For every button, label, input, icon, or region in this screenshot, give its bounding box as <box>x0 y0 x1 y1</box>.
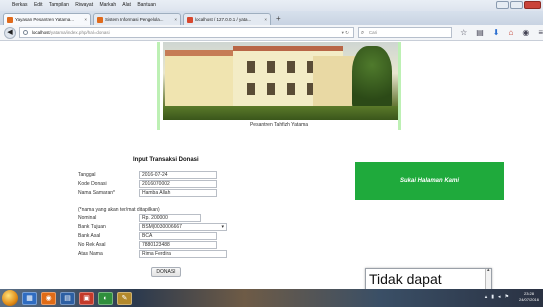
field-label: Kode Donasi <box>78 181 107 187</box>
field-label: Nominal <box>78 215 97 221</box>
volume-icon[interactable]: ◂ <box>498 294 501 300</box>
field-label: Bank Asal <box>78 233 101 239</box>
menu-berkas[interactable]: Berkas <box>12 2 28 8</box>
field-label: Nama Samaran* <box>78 190 115 196</box>
window <box>247 83 255 95</box>
window-controls <box>496 1 541 9</box>
like-page-banner[interactable]: Sukai Halaman Kami <box>355 162 504 200</box>
tab-yayasan[interactable]: Yayasan Pesantren Yatama... × <box>3 13 91 25</box>
tab-bar: Yayasan Pesantren Yatama... × Sistem Inf… <box>0 11 543 25</box>
field-label: Tanggal <box>78 172 96 178</box>
lawn <box>163 106 398 120</box>
menu-edit[interactable]: Edit <box>34 2 43 8</box>
reading-list-icon[interactable]: ▤ <box>476 28 484 37</box>
tab-sistem-informasi[interactable]: Sistem Informasi Pengelola... × <box>93 13 181 25</box>
pesantren-photo <box>163 42 398 120</box>
bank-tujuan-select[interactable]: BSM|0030006667 <box>139 223 227 231</box>
close-tab-icon[interactable]: × <box>264 14 267 25</box>
bank-asal-input[interactable]: BCA <box>139 232 217 240</box>
server-app-icon[interactable]: ◐ <box>98 291 113 305</box>
menu-bar: Berkas Edit Tampilan Riwayat Markah Alat… <box>0 0 543 11</box>
maximize-button[interactable] <box>510 1 523 9</box>
presentation-icon[interactable]: ▣ <box>79 291 94 305</box>
back-arrow-icon: ◀ <box>7 28 13 36</box>
no-rek-asal-input[interactable]: 7880123488 <box>139 241 217 249</box>
explorer-icon[interactable]: ▦ <box>22 291 37 305</box>
menu-riwayat[interactable]: Riwayat <box>75 2 93 8</box>
search-box[interactable]: ⌕ Cari <box>357 27 453 38</box>
navigation-bar: ◀ localhost/yatama/index.php/hal=donasi … <box>0 25 543 41</box>
menu-hamburger-icon[interactable]: ≡ <box>538 28 543 37</box>
favicon-icon <box>7 16 13 23</box>
close-tab-icon[interactable]: × <box>84 14 87 25</box>
bookmark-star-icon[interactable]: ☆ <box>460 28 467 37</box>
window <box>287 83 295 95</box>
kode-donasi-input[interactable]: 2016070002 <box>139 180 217 188</box>
file-manager-icon[interactable]: ▤ <box>60 291 75 305</box>
address-bar[interactable]: localhost/yatama/index.php/hal=donasi ▾ … <box>18 27 354 38</box>
clock[interactable]: 23:28 24/07/2016 <box>519 291 539 303</box>
menu-alat[interactable]: Alat <box>122 2 131 8</box>
menu-bantuan[interactable]: Bantuan <box>137 2 156 8</box>
window <box>247 61 255 73</box>
tray-chevron-icon[interactable]: ▴ <box>485 294 488 300</box>
tab-phpmyadmin[interactable]: localhost / 127.0.0.1 / yata... × <box>183 13 271 25</box>
globe-icon <box>22 30 28 35</box>
field-label: No Rek Asal <box>78 242 106 248</box>
tab-title: Yayasan Pesantren Yatama... <box>15 17 75 22</box>
network-icon[interactable]: ▮ <box>491 294 494 300</box>
menu-tampilan[interactable]: Tampilan <box>49 2 69 8</box>
search-engine-icon: ⌕ <box>360 30 365 36</box>
field-label: Atas Nama <box>78 251 103 257</box>
clock-date: 24/07/2016 <box>518 297 539 302</box>
reload-icon[interactable]: ▾ ↻ <box>342 28 349 37</box>
window <box>267 83 275 95</box>
back-button[interactable]: ◀ <box>4 26 16 39</box>
sync-icon[interactable]: ◉ <box>522 28 529 37</box>
favicon-icon <box>187 16 193 23</box>
tab-title: Sistem Informasi Pengelola... <box>105 17 164 22</box>
window <box>267 61 275 73</box>
taskbar: ▦ ◉ ▤ ▣ ◐ ✎ ▴ ▮ ◂ ⚑ 23:28 24/07/2016 <box>0 289 543 307</box>
popup-text: Tidak dapat <box>369 271 442 287</box>
favicon-icon <box>97 16 103 23</box>
atas-nama-input[interactable]: Rima Ferdira <box>139 250 227 258</box>
url-path: /yatama/index.php/hal=donasi <box>49 30 110 35</box>
photo-caption: Pesantren Tahfizh Yatama <box>249 122 309 128</box>
close-window-button[interactable] <box>524 1 541 9</box>
window <box>287 61 295 73</box>
system-tray: ▴ ▮ ◂ ⚑ <box>485 294 509 300</box>
firefox-icon[interactable]: ◉ <box>41 291 56 305</box>
nominal-input[interactable]: Rp. 200000 <box>139 214 201 222</box>
field-label: Bank Tujuan <box>78 224 106 230</box>
paint-icon[interactable]: ✎ <box>117 291 132 305</box>
nama-samaran-input[interactable]: Hamba Allah <box>139 189 217 197</box>
home-icon[interactable]: ⌂ <box>509 28 514 37</box>
tab-title: localhost / 127.0.0.1 / yata... <box>195 17 252 22</box>
toolbar-icons: ☆ ▤ ⬇ ⌂ ◉ ≡ <box>460 28 543 37</box>
minimize-button[interactable] <box>496 1 509 9</box>
field-note: (*nama yang akan ter/mat ditapilkan) <box>78 207 160 213</box>
download-icon[interactable]: ⬇ <box>493 28 500 37</box>
menu-markah[interactable]: Markah <box>99 2 116 8</box>
hero-section: Pesantren Tahfizh Yatama <box>157 42 401 130</box>
close-tab-icon[interactable]: × <box>174 14 177 25</box>
form-title: Input Transaksi Donasi <box>133 157 199 163</box>
url-host: localhost <box>31 30 50 35</box>
tanggal-input[interactable]: 2016-07-24 <box>139 171 217 179</box>
search-placeholder: Cari <box>368 30 378 35</box>
start-button[interactable] <box>2 290 18 306</box>
donasi-submit-button[interactable]: DONASI <box>151 267 181 277</box>
flag-icon[interactable]: ⚑ <box>505 294 509 300</box>
new-tab-button[interactable]: + <box>273 13 281 25</box>
tree <box>352 46 392 110</box>
